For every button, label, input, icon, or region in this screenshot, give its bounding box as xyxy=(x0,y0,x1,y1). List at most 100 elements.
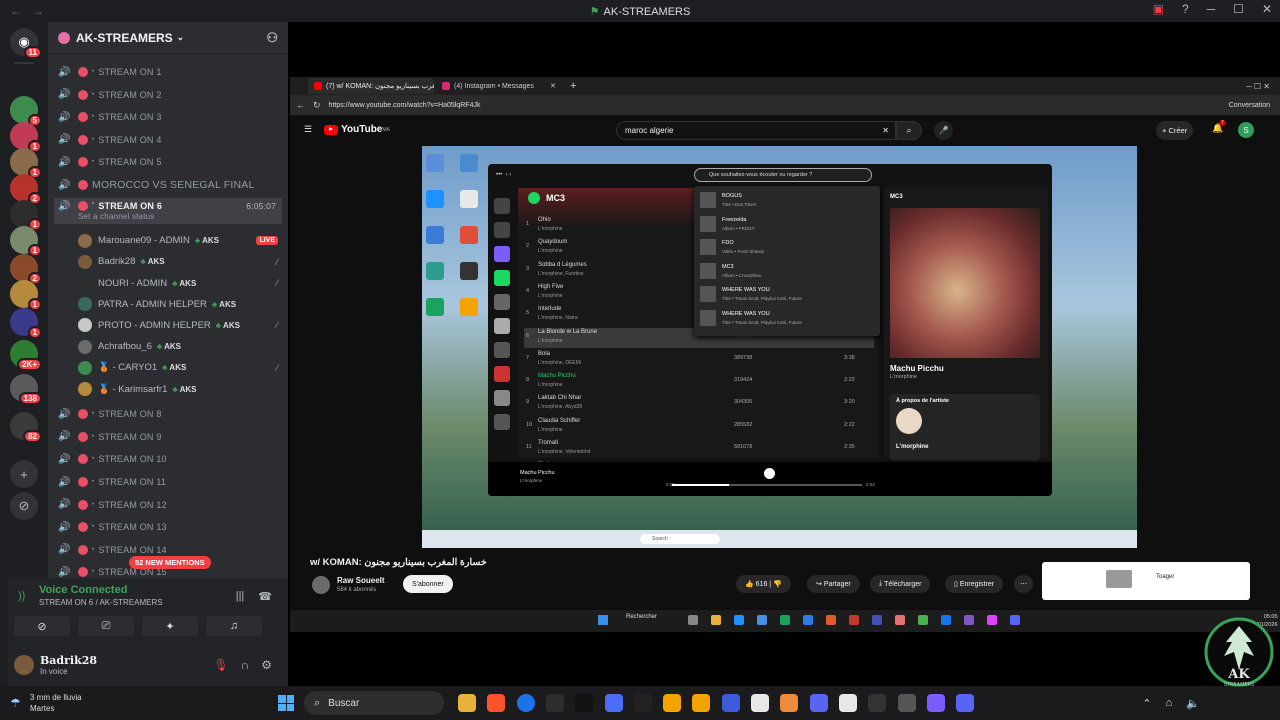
voice-channel[interactable]: 🔊 • STREAM ON 13 xyxy=(54,517,282,537)
server-icon[interactable]: 2 xyxy=(10,254,42,285)
noise-suppression-icon[interactable]: ||| xyxy=(236,590,245,603)
inbox-icon[interactable]: ▣ xyxy=(1153,2,1164,16)
voice-channel[interactable]: 🔊 • STREAM ON 8 xyxy=(54,404,282,424)
voice-channel[interactable]: 🔊 • STREAM ON 5 xyxy=(54,152,282,172)
server-icon[interactable]: 1 xyxy=(10,280,42,311)
channel-status-text[interactable]: Set a channel status xyxy=(78,212,155,221)
download-button[interactable]: ⤓ Télécharger xyxy=(870,575,931,593)
voice-member[interactable]: PROTO - ADMIN HELPER AKS ⁄ xyxy=(78,315,278,335)
new-tab-icon[interactable]: + xyxy=(570,80,576,92)
camera-off-button[interactable]: ⊘ xyxy=(14,616,70,636)
voice-channel[interactable]: 🔊 • STREAM ON 6 6:05:07 Set a channel status xyxy=(54,197,282,224)
server-icon[interactable]: 5 xyxy=(10,96,42,127)
discover-icon[interactable]: ⊘ xyxy=(10,492,38,520)
server-icon[interactable]: 1 xyxy=(10,226,42,257)
voice-channel[interactable]: 🔊 • STREAM ON 1 xyxy=(54,62,282,82)
taskbar-app-icon[interactable] xyxy=(897,694,916,712)
mic-muted-icon[interactable]: 🎙 xyxy=(213,658,228,672)
spotify-search[interactable]: Que souhaitez-vous écouter ou regarder ? xyxy=(694,168,872,182)
library-item[interactable] xyxy=(494,222,510,238)
library-item[interactable] xyxy=(494,366,510,382)
taskbar-search[interactable]: ⌕ Buscar xyxy=(304,691,444,715)
voice-member[interactable]: 🥉 - Karimsarfr1 AKS xyxy=(78,379,278,399)
server-icon[interactable]: 1 xyxy=(10,148,42,179)
avatar[interactable] xyxy=(14,655,34,675)
headphones-icon[interactable]: ∩ xyxy=(241,658,250,672)
settings-gear-icon[interactable]: ⚙ xyxy=(261,658,272,672)
library-item[interactable] xyxy=(494,414,510,430)
notifications-bell-icon[interactable]: 🔔 7 xyxy=(1212,120,1226,134)
new-mentions-badge[interactable]: 52 NEW MENTIONS xyxy=(129,556,211,569)
save-button[interactable]: ▯ Enregistrer xyxy=(945,575,1004,593)
library-item[interactable] xyxy=(494,294,510,310)
video-player[interactable]: ••• ‹ › Que souhaitez-vous écouter ou re… xyxy=(422,146,1137,548)
search-result[interactable]: BOGUS Titre • Don Tolver xyxy=(700,190,870,212)
voice-member[interactable]: Badrik28 AKS ⁄ xyxy=(78,252,278,272)
reload-icon[interactable]: ↻ xyxy=(313,100,321,111)
invite-people-icon[interactable]: ⚇ xyxy=(266,30,278,46)
server-icon[interactable]: 2 xyxy=(10,174,42,205)
server-icon[interactable]: 2K+ xyxy=(10,340,42,371)
library-item[interactable] xyxy=(494,198,510,214)
back-arrow-icon[interactable]: ← xyxy=(10,4,22,18)
share-screen-button[interactable]: ⎚ xyxy=(78,616,134,636)
search-result[interactable]: WHERE WAS YOU Titre • Travis Scott, Playb… xyxy=(700,308,870,330)
progress-bar[interactable] xyxy=(672,484,862,486)
volume-icon[interactable]: 🔈 xyxy=(1186,697,1200,710)
like-button[interactable]: 👍 616 | 👎 xyxy=(736,575,791,593)
conversation-button[interactable]: Conversation xyxy=(1229,102,1270,109)
close-tab-icon[interactable]: ✕ xyxy=(546,82,556,90)
library-item[interactable] xyxy=(494,390,510,406)
voice-channel[interactable]: 🔊 • STREAM ON 11 xyxy=(54,472,282,492)
account-avatar[interactable]: S xyxy=(1238,122,1254,138)
server-icon[interactable]: 1 xyxy=(10,200,42,231)
taskbar-app-icon[interactable] xyxy=(926,694,945,712)
voice-member[interactable]: PATRA - ADMIN HELPER AKS xyxy=(78,294,278,314)
maximize-button[interactable]: ☐ xyxy=(1233,2,1244,16)
taskbar-app-icon[interactable] xyxy=(633,694,652,712)
youtube-logo[interactable]: YouTube MA xyxy=(324,124,390,135)
pause-button[interactable] xyxy=(764,468,775,479)
server-icon[interactable]: 138 xyxy=(10,374,42,405)
taskbar-app-icon[interactable] xyxy=(809,694,828,712)
voice-channel[interactable]: 🔊 • STREAM ON 10 xyxy=(54,449,282,469)
taskbar-app-icon[interactable] xyxy=(956,694,975,712)
taskbar-app-icon[interactable] xyxy=(838,694,857,712)
signal-icon[interactable]: )) xyxy=(18,590,25,602)
thumbs-down-icon[interactable]: 👎 xyxy=(773,580,782,588)
clear-icon[interactable]: ✕ xyxy=(882,126,889,135)
voice-member[interactable]: Achrafbou_6 AKS xyxy=(78,337,278,357)
taskbar-app-icon[interactable] xyxy=(780,694,799,712)
ad-card[interactable]: Toager xyxy=(1042,562,1250,600)
voice-channel[interactable]: 🔊 MOROCCO VS SENEGAL FINAL xyxy=(54,175,282,195)
taskbar-app-icon[interactable] xyxy=(487,694,506,712)
search-result[interactable]: Freezelda Album • FRIZZY xyxy=(700,214,870,236)
voice-channel[interactable]: 🔊 • STREAM ON 3 xyxy=(54,107,282,127)
taskbar-app-icon[interactable] xyxy=(516,694,535,712)
weather-widget[interactable]: ☂ 3 mm de lluvia Martes xyxy=(10,692,82,714)
taskbar-app-icon[interactable] xyxy=(663,694,682,712)
search-result[interactable]: MC3 Album • L'morphine xyxy=(700,261,870,283)
discord-home-icon[interactable]: ◉ 11 xyxy=(10,28,42,59)
voice-member[interactable]: 🥉 - CARYO1 AKS ⁄ xyxy=(78,358,278,378)
library-item[interactable] xyxy=(494,246,510,262)
disconnect-icon[interactable]: ☎ xyxy=(258,590,272,603)
create-button[interactable]: + Créer xyxy=(1156,121,1194,140)
close-button[interactable]: ✕ xyxy=(1262,2,1272,16)
soundboard-button[interactable]: ♫ xyxy=(206,616,262,636)
server-icon[interactable]: 1 xyxy=(10,308,42,339)
taskbar-app-icon[interactable] xyxy=(575,694,594,712)
track-row[interactable]: 9 Laktab Chi Nhar L'morphine, Abyd28 304306… xyxy=(524,394,874,414)
back-icon[interactable]: ← xyxy=(296,100,305,111)
more-button[interactable]: ⋯ xyxy=(1014,575,1033,593)
voice-channel[interactable]: 🔊 • STREAM ON 4 xyxy=(54,130,282,150)
network-icon[interactable]: ⌂ xyxy=(1166,697,1173,710)
browser-tab[interactable]: (7) w/ KOMAN: خسارة المغرب بسيناريو مجنو… xyxy=(308,78,434,94)
server-icon[interactable]: 82 xyxy=(10,412,42,443)
track-row[interactable]: 8 Machu Picchu L'morphine 319424 2:22 xyxy=(524,372,874,392)
channel-avatar[interactable] xyxy=(312,576,330,594)
taskbar-app-icon[interactable] xyxy=(751,694,769,712)
add-server-icon[interactable]: + xyxy=(10,460,38,488)
minimize-button[interactable]: ─ xyxy=(1207,2,1216,16)
track-row[interactable]: 7 Bola L'morphine, DEEMi 389738 3:38 xyxy=(524,350,874,370)
